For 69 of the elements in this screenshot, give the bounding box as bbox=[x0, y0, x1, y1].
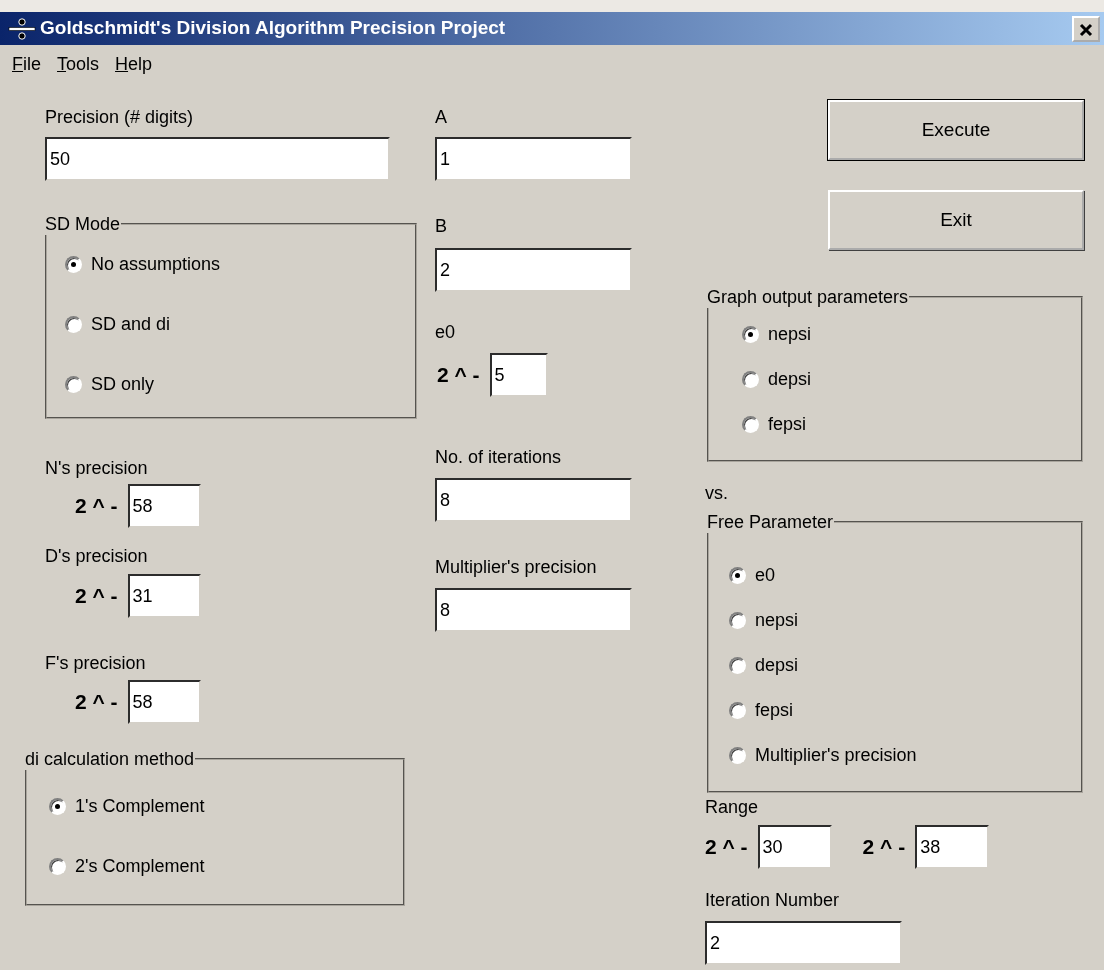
menu-item[interactable]: Help bbox=[115, 53, 153, 86]
close-button[interactable] bbox=[1072, 15, 1100, 42]
input-field[interactable]: 8 bbox=[435, 588, 632, 632]
group-title: Free Parameter bbox=[707, 511, 835, 533]
menu-item[interactable]: Tools bbox=[57, 53, 100, 86]
field-label: D's precision bbox=[45, 545, 149, 567]
radio-button[interactable] bbox=[729, 746, 746, 764]
radio-button[interactable] bbox=[742, 370, 759, 388]
field-label: Range bbox=[705, 796, 760, 818]
field-label: A bbox=[435, 107, 447, 127]
field-label: N's precision bbox=[45, 457, 149, 479]
radio-label[interactable]: fepsi bbox=[755, 699, 794, 721]
input-field[interactable]: 2 bbox=[705, 921, 902, 965]
menu-item[interactable]: File bbox=[12, 53, 41, 86]
radio-button[interactable] bbox=[729, 611, 746, 629]
input-field[interactable]: 58 bbox=[127, 680, 201, 724]
close-icon bbox=[1079, 23, 1093, 38]
input-field[interactable]: 30 bbox=[757, 825, 832, 869]
radio-button[interactable] bbox=[729, 701, 746, 719]
exponent-prefix: 2 ^ - bbox=[75, 493, 118, 520]
group-title: di calculation method bbox=[25, 748, 196, 770]
input-field[interactable]: 38 bbox=[915, 825, 990, 869]
exponent-prefix: 2 ^ - bbox=[75, 583, 118, 610]
radio-button[interactable] bbox=[742, 415, 759, 433]
field-label: F's precision bbox=[45, 652, 147, 674]
radio-label[interactable]: SD only bbox=[91, 373, 155, 395]
radio-button[interactable] bbox=[49, 797, 66, 815]
exponent-prefix: 2 ^ - bbox=[437, 362, 480, 389]
exponent-prefix: 2 ^ - bbox=[75, 689, 118, 716]
radio-label[interactable]: e0 bbox=[755, 564, 776, 586]
radio-button[interactable] bbox=[729, 566, 746, 584]
radio-label[interactable]: depsi bbox=[768, 368, 812, 390]
exponent-prefix: 2 ^ - bbox=[705, 834, 748, 861]
radio-button[interactable] bbox=[49, 857, 66, 875]
input-field[interactable]: 1 bbox=[435, 137, 632, 181]
input-field[interactable]: 58 bbox=[127, 484, 201, 528]
group-title: Graph output parameters bbox=[707, 286, 910, 308]
radio-button[interactable] bbox=[65, 315, 82, 333]
action-button[interactable]: Exit bbox=[828, 190, 1084, 250]
field-label: Precision (# digits) bbox=[45, 107, 194, 127]
window-title: Goldschmidt's Division Algorithm Precision Project bbox=[40, 16, 506, 41]
action-button[interactable]: Execute bbox=[828, 100, 1084, 160]
exponent-prefix: 2 ^ - bbox=[862, 834, 906, 861]
radio-label[interactable]: SD and di bbox=[91, 313, 171, 335]
radio-label[interactable]: depsi bbox=[755, 654, 799, 676]
input-field[interactable]: 31 bbox=[127, 574, 201, 618]
radio-label[interactable]: nepsi bbox=[755, 609, 799, 631]
field-label: e0 bbox=[435, 321, 457, 343]
radio-button[interactable] bbox=[65, 255, 82, 273]
radio-label[interactable]: Multiplier's precision bbox=[755, 744, 917, 766]
radio-label[interactable]: No assumptions bbox=[91, 253, 221, 275]
input-field[interactable]: 2 bbox=[435, 248, 632, 292]
radio-button[interactable] bbox=[729, 656, 746, 674]
field-label: No. of iterations bbox=[435, 447, 562, 467]
input-field[interactable]: 5 bbox=[489, 353, 548, 397]
field-label: Iteration Number bbox=[705, 890, 840, 910]
field-label: vs. bbox=[705, 482, 728, 504]
radio-button[interactable] bbox=[742, 325, 759, 343]
radio-label[interactable]: fepsi bbox=[768, 413, 807, 435]
field-label: Multiplier's precision bbox=[435, 557, 597, 577]
input-field[interactable]: 50 bbox=[45, 137, 390, 181]
field-label: B bbox=[435, 216, 447, 236]
radio-label[interactable]: 1's Complement bbox=[75, 795, 205, 817]
group-title: SD Mode bbox=[45, 213, 122, 235]
radio-button[interactable] bbox=[65, 375, 82, 393]
radio-label[interactable]: 2's Complement bbox=[75, 855, 205, 877]
input-field[interactable]: 8 bbox=[435, 478, 632, 522]
radio-label[interactable]: nepsi bbox=[768, 323, 812, 345]
divide-icon bbox=[8, 16, 36, 41]
